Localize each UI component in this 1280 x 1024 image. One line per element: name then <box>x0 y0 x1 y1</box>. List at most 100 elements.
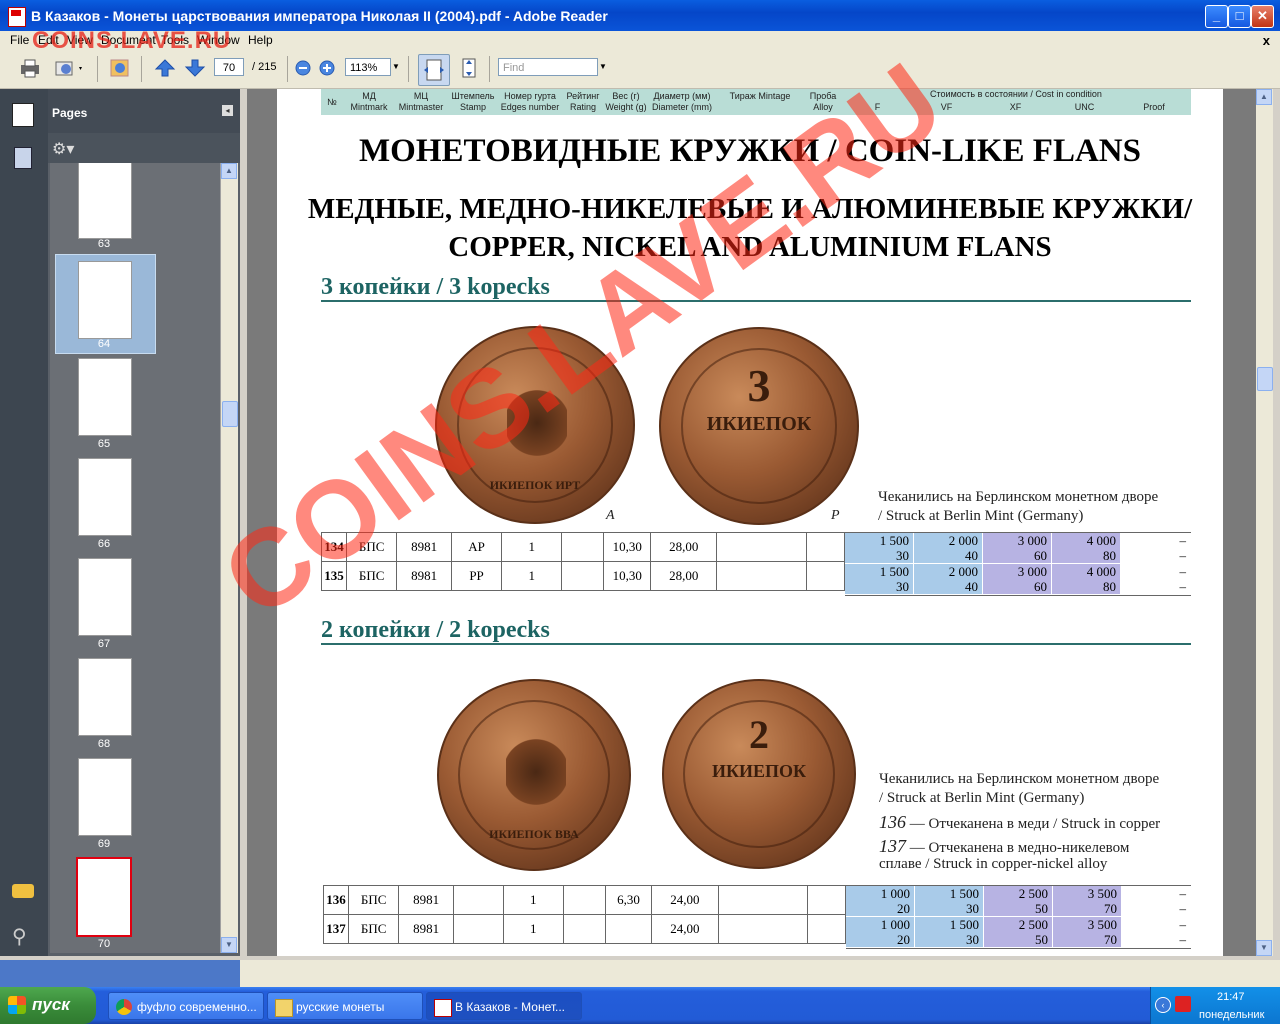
fit-page-icon[interactable] <box>456 57 482 79</box>
scroll-up-icon[interactable]: ▲ <box>1256 89 1272 105</box>
minimize-button[interactable]: _ <box>1205 5 1228 28</box>
price-row: 30 40 60 80 – <box>845 579 1191 594</box>
navigation-rail: ⚲ <box>0 89 48 956</box>
scroll-down-icon[interactable]: ▼ <box>221 937 237 953</box>
start-button[interactable]: пуск <box>0 987 96 1024</box>
organizer-icon[interactable] <box>108 57 132 79</box>
menu-help[interactable]: Help <box>248 33 273 47</box>
zoom-level-select[interactable]: 113% <box>345 58 391 76</box>
thumbnail-page-65[interactable] <box>78 358 132 436</box>
thumbnail-page-68[interactable] <box>78 658 132 736</box>
header-mintmaster: МЦ Mintmaster <box>398 91 444 112</box>
thumbnail-scrollbar[interactable]: ▲ ▼ <box>220 163 238 953</box>
thumbnail-page-70[interactable] <box>76 857 132 937</box>
windows-logo-icon <box>8 996 26 1014</box>
thumbnail-label: 69 <box>97 838 111 850</box>
taskbar-item-folder[interactable]: русские монеты <box>267 992 423 1020</box>
maximize-button[interactable]: □ <box>1228 5 1251 28</box>
attachments-paperclip-icon[interactable]: ⚲ <box>12 924 27 949</box>
zoom-out-icon[interactable] <box>294 57 312 79</box>
document-scrollbar[interactable]: ▲ ▼ <box>1256 89 1273 956</box>
thumbnail-label: 64 <box>97 338 111 350</box>
thumbnail-page-67[interactable] <box>78 558 132 636</box>
section-divider <box>321 643 1191 645</box>
pdf-app-icon <box>434 999 452 1017</box>
note-137: 137 — Отчеканена в медно-никелевом <box>879 836 1130 856</box>
scroll-thumb[interactable] <box>1257 367 1273 391</box>
zoom-in-icon[interactable] <box>318 57 336 79</box>
thumbnail-page-64[interactable] <box>78 261 132 339</box>
thumbnail-label: 65 <box>97 438 111 450</box>
price-row: 30 40 60 80 – <box>845 548 1191 563</box>
table-row: 136 БПС 8981 1 6,30 24,00 <box>323 885 847 915</box>
next-page-icon[interactable] <box>183 57 207 79</box>
coin-image-3k-reverse: 3 ИКИЕПОК <box>659 327 859 525</box>
document-close-icon[interactable]: x <box>1263 33 1270 48</box>
zoom-dropdown-chevron-icon[interactable]: ▼ <box>392 62 400 71</box>
previous-page-icon[interactable] <box>153 57 177 79</box>
pages-panel-header: Pages ◂ <box>48 89 240 133</box>
taskbar-item-adobe-reader[interactable]: В Казаков - Монет... <box>426 992 582 1020</box>
close-button[interactable]: ✕ <box>1251 5 1274 28</box>
panel-splitter[interactable] <box>240 89 247 956</box>
eagle-emblem-icon <box>506 737 566 807</box>
page-number-input[interactable]: 70 <box>214 58 244 76</box>
pages-panel-icon[interactable] <box>12 103 34 127</box>
adobe-tray-icon[interactable] <box>1175 996 1191 1012</box>
options-gear-icon[interactable]: ⚙▾ <box>52 139 74 159</box>
sub-heading-line2: COPPER, NICKEL AND ALUMINIUM FLANS <box>448 231 1052 263</box>
header-grade-xf: XF <box>1009 102 1022 112</box>
document-viewport[interactable]: № МД Mintmark МЦ Mintmaster Штемпель Sta… <box>247 89 1256 956</box>
coin-table-3k: 134 БПС 8981 АР 1 10,30 28,00 135 БПС 89… <box>321 532 846 591</box>
bookmarks-icon[interactable] <box>14 147 32 169</box>
price-grid-2k: 1 000 1 500 2 500 3 500 – 20 30 50 70 – … <box>846 885 1191 949</box>
pdf-page: № МД Mintmark МЦ Mintmaster Штемпель Sta… <box>277 89 1223 956</box>
find-input[interactable]: Find <box>498 58 598 76</box>
thumbnail-label: 67 <box>97 638 111 650</box>
email-icon[interactable] <box>54 57 82 79</box>
section-title-2-kopecks: 2 копейки / 2 kopecks <box>321 617 550 643</box>
thumbnail-page-63[interactable] <box>78 163 132 239</box>
header-grade-vf: VF <box>940 102 953 112</box>
scroll-thumb[interactable] <box>222 401 238 427</box>
header-stamp: Штемпель Stamp <box>451 91 495 112</box>
price-row: 1 000 1 500 2 500 3 500 – <box>846 917 1191 932</box>
print-icon[interactable] <box>18 57 42 79</box>
show-hidden-icons-chevron-icon[interactable]: ‹ <box>1155 997 1171 1013</box>
collapse-panel-icon[interactable]: ◂ <box>222 105 233 116</box>
thumbnail-page-66[interactable] <box>78 458 132 536</box>
thumbnail-list[interactable]: 63 64 65 66 67 68 69 70 <box>50 163 220 953</box>
scroll-up-icon[interactable]: ▲ <box>221 163 237 179</box>
thumbnail-page-69[interactable] <box>78 758 132 836</box>
menu-file[interactable]: File <box>10 33 29 47</box>
clock-time[interactable]: 21:47 <box>1217 991 1245 1003</box>
header-mintage: Тираж Mintage <box>729 91 791 101</box>
pages-options-bar: ⚙▾ <box>48 133 240 163</box>
pdf-app-icon <box>8 7 26 27</box>
note-137-line2: сплаве / Struck in copper-nickel alloy <box>879 856 1108 872</box>
clock-day: понедельник <box>1199 1009 1265 1021</box>
start-label: пуск <box>32 995 70 1014</box>
fit-width-icon[interactable] <box>418 54 450 86</box>
section-divider <box>321 300 1191 302</box>
find-dropdown-chevron-icon[interactable]: ▼ <box>599 62 607 71</box>
eagle-emblem-icon <box>507 388 567 458</box>
header-rating: Рейтинг Rating <box>566 91 600 112</box>
coin-image-2k-reverse: 2 ИКИЕПОК <box>662 679 856 869</box>
desktop-strip <box>0 960 1280 987</box>
comments-icon[interactable] <box>12 884 34 898</box>
table-header-strip: № МД Mintmark МЦ Mintmaster Штемпель Sta… <box>321 89 1191 115</box>
header-grade-unc: UNC <box>1074 102 1095 112</box>
thumbnail-label: 66 <box>97 538 111 550</box>
note-136: 136 — Отчеканена в меди / Struck in copp… <box>879 812 1161 832</box>
mint-note-line2: / Struck at Berlin Mint (Germany) <box>878 508 1084 524</box>
coin-image-2k-obverse: ИКИЕПОК ВВА <box>437 679 631 871</box>
table-row: 134 БПС 8981 АР 1 10,30 28,00 <box>321 532 846 562</box>
pages-panel-title: Pages <box>52 106 88 120</box>
chrome-icon <box>116 999 132 1015</box>
header-no: № <box>327 97 337 107</box>
taskbar-item-browser[interactable]: фуфло современно... <box>108 992 264 1020</box>
scroll-down-icon[interactable]: ▼ <box>1256 940 1272 956</box>
menu-bar: File Edit View Document Tools Window Hel… <box>0 27 1280 54</box>
header-weight: Вес (г) Weight (g) <box>605 91 647 112</box>
